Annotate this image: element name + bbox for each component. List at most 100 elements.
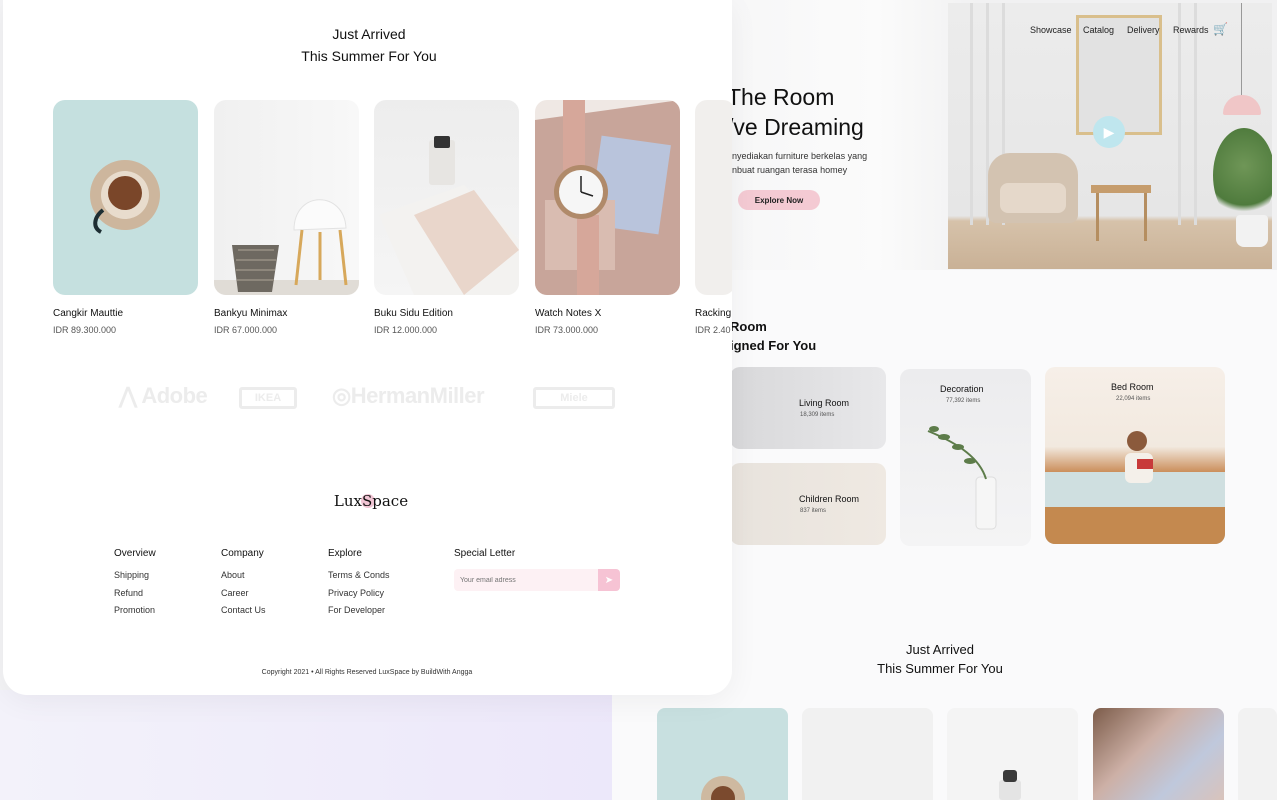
- pencil-cup-thumb-illustration: [999, 770, 1021, 800]
- footer-logo[interactable]: LuxSpace: [321, 492, 421, 510]
- room-count: 77,392 items: [946, 398, 981, 404]
- nav-catalog[interactable]: Catalog: [1083, 25, 1114, 35]
- product-thumb[interactable]: [947, 708, 1078, 800]
- brand-name: Adobe: [141, 383, 208, 408]
- brand-logo-adobe: ⋀ Adobe: [119, 383, 208, 409]
- room-card-living[interactable]: [730, 367, 886, 449]
- room-count: 18,309 items: [800, 412, 835, 418]
- product-thumb[interactable]: [802, 708, 933, 800]
- footer-link-developer[interactable]: For Developer: [328, 605, 385, 615]
- footer-link-promotion[interactable]: Promotion: [114, 605, 155, 615]
- product-price: IDR 2.40: [695, 325, 731, 335]
- product-price: IDR 12.000.000: [374, 325, 438, 335]
- product-thumb[interactable]: [1093, 708, 1224, 800]
- footer-link-privacy[interactable]: Privacy Policy: [328, 588, 384, 598]
- hero-subtitle-line1: nyediakan furniture berkelas yang: [732, 151, 868, 161]
- section-title-bg-line1: Just Arrived: [906, 642, 974, 657]
- background-gradient: [0, 690, 640, 800]
- product-image-bankyu[interactable]: [214, 100, 359, 295]
- wall-panel: [1194, 3, 1197, 225]
- email-input[interactable]: [454, 569, 598, 591]
- section-title-bg: Just Arrived This Summer For You: [840, 640, 1040, 678]
- nav-rewards[interactable]: Rewards: [1173, 25, 1209, 35]
- section-title-line1: Just Arrived: [332, 26, 406, 42]
- room-count: 22,094 items: [1116, 396, 1151, 402]
- product-name[interactable]: Buku Sidu Edition: [374, 308, 453, 319]
- copyright-text: Copyright 2021 • All Rights Reserved Lux…: [261, 669, 473, 676]
- footer-link-refund[interactable]: Refund: [114, 588, 143, 598]
- hero-title-line2: /ve Dreaming: [727, 114, 864, 140]
- product-price: IDR 73.000.000: [535, 325, 599, 335]
- vase-plant-illustration: [927, 426, 997, 530]
- footer-link-terms[interactable]: Terms & Conds: [328, 570, 390, 580]
- rooms-title-line1: Room: [730, 319, 767, 334]
- product-name[interactable]: Bankyu Minimax: [214, 308, 287, 319]
- footer-column-title: Explore: [328, 548, 362, 559]
- footer-column-title: Company: [221, 548, 264, 559]
- brand-logo-ikea: IKEA: [239, 387, 297, 409]
- hero-title: The Room /ve Dreaming: [727, 82, 864, 142]
- hero-title-line1: The Room: [727, 84, 835, 110]
- room-card-children[interactable]: [730, 463, 886, 545]
- section-title-line2: This Summer For You: [301, 48, 437, 64]
- rooms-title-line2: igned For You: [730, 338, 817, 353]
- chair-basket-illustration: [214, 199, 359, 295]
- newsletter-title: Special Letter: [454, 548, 516, 559]
- watch-illustration: [535, 100, 680, 295]
- lamp-cord: [1241, 3, 1242, 96]
- send-icon[interactable]: ➤: [598, 569, 620, 591]
- room-card-decoration[interactable]: [900, 369, 1031, 546]
- explore-now-button[interactable]: Explore Now: [738, 190, 820, 210]
- notebook-illustration: [379, 136, 519, 295]
- side-table: [1091, 185, 1151, 193]
- brand-logo-hermanmiller: ◎HermanMiller: [332, 383, 485, 409]
- product-image-cangkir[interactable]: [53, 100, 198, 295]
- section-title-bg-line2: This Summer For You: [877, 661, 1003, 676]
- room-count: 837 items: [800, 508, 827, 514]
- footer-link-career[interactable]: Career: [221, 588, 249, 598]
- brand-name: HermanMiller: [350, 383, 485, 408]
- hermanmiller-icon: ◎: [332, 383, 351, 408]
- hero-subtitle: nyediakan furniture berkelas yang nbuat …: [732, 149, 882, 177]
- room-name: Children Room: [799, 494, 860, 504]
- wall-panel: [1178, 3, 1181, 225]
- product-thumb[interactable]: [657, 708, 788, 800]
- product-name[interactable]: Racking: [695, 308, 731, 319]
- rooms-title: Room igned For You: [730, 317, 816, 355]
- product-price: IDR 67.000.000: [214, 325, 278, 335]
- adobe-icon: ⋀: [119, 383, 137, 408]
- footer-link-contact[interactable]: Contact Us: [221, 605, 266, 615]
- armchair-seat: [1000, 183, 1066, 213]
- pendant-lamp: [1223, 95, 1261, 115]
- product-name[interactable]: Watch Notes X: [535, 308, 601, 319]
- product-price: IDR 89.300.000: [53, 325, 117, 335]
- coffee-cup-illustration: [90, 160, 160, 234]
- footer-link-shipping[interactable]: Shipping: [114, 570, 149, 580]
- footer-link-about[interactable]: About: [221, 570, 245, 580]
- product-image-watch[interactable]: [535, 100, 680, 295]
- room-name: Living Room: [799, 398, 850, 408]
- room-name: Bed Room: [1111, 382, 1154, 392]
- nav-delivery[interactable]: Delivery: [1127, 25, 1160, 35]
- room-card-bedroom[interactable]: [1045, 367, 1225, 544]
- product-image-racking[interactable]: [695, 100, 732, 295]
- foreground-page: Just Arrived This Summer For You Cangkir…: [3, 0, 732, 695]
- section-title: Just Arrived This Summer For You: [271, 23, 467, 67]
- product-name[interactable]: Cangkir Mauttie: [53, 308, 123, 319]
- cart-icon[interactable]: 🛒: [1213, 22, 1228, 36]
- nav-showcase[interactable]: Showcase: [1030, 25, 1072, 35]
- play-icon[interactable]: ▶: [1093, 116, 1125, 148]
- brand-logo-miele: Miele: [533, 387, 615, 409]
- cup-thumb-illustration: [701, 776, 745, 800]
- bedroom-illustration: [1045, 431, 1225, 544]
- hero-image: ▶: [948, 3, 1272, 269]
- product-image-buku[interactable]: [374, 100, 519, 295]
- wall-panel: [970, 3, 973, 225]
- room-name: Decoration: [940, 384, 984, 394]
- table-leg: [1144, 193, 1147, 241]
- hero-subtitle-line2: nbuat ruangan terasa homey: [732, 165, 848, 175]
- plant-pot: [1236, 215, 1268, 247]
- plant: [1213, 128, 1272, 223]
- product-thumb[interactable]: [1238, 708, 1277, 800]
- table-leg: [1096, 193, 1099, 241]
